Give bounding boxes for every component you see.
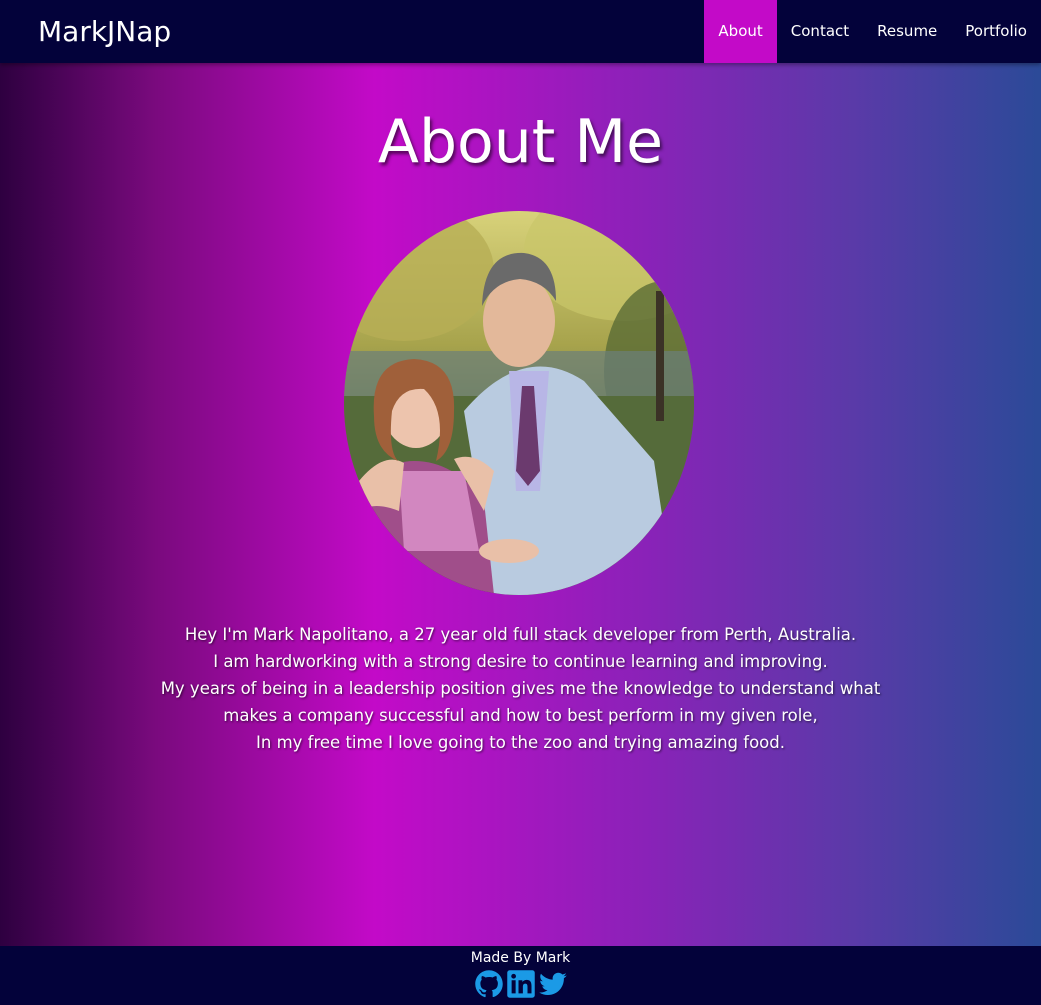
profile-photo-illustration [344,211,694,595]
nav-link-portfolio[interactable]: Portfolio [951,0,1041,63]
nav-link-contact[interactable]: Contact [777,0,863,63]
nav-link-resume[interactable]: Resume [863,0,951,63]
github-icon[interactable] [474,969,504,999]
bio-line: makes a company successful and how to be… [223,706,818,725]
footer: Made By Mark [0,946,1041,1005]
brand-logo[interactable]: MarkJNap [38,14,171,50]
navbar: MarkJNap About Contact Resume Portfolio [0,0,1041,63]
nav-link-about[interactable]: About [704,0,777,63]
social-links [0,969,1041,999]
bio-line: My years of being in a leadership positi… [160,679,881,698]
bio-line: I am hardworking with a strong desire to… [213,652,828,671]
bio-line: Hey I'm Mark Napolitano, a 27 year old f… [184,625,857,644]
profile-photo [344,211,694,595]
twitter-icon[interactable] [538,969,568,999]
linkedin-icon[interactable] [506,969,536,999]
footer-credit: Made By Mark [470,950,571,966]
bio-text: Hey I'm Mark Napolitano, a 27 year old f… [150,621,891,756]
page-title: About Me [377,107,664,177]
bio-line: In my free time I love going to the zoo … [256,733,785,752]
nav-links: About Contact Resume Portfolio [704,0,1041,63]
